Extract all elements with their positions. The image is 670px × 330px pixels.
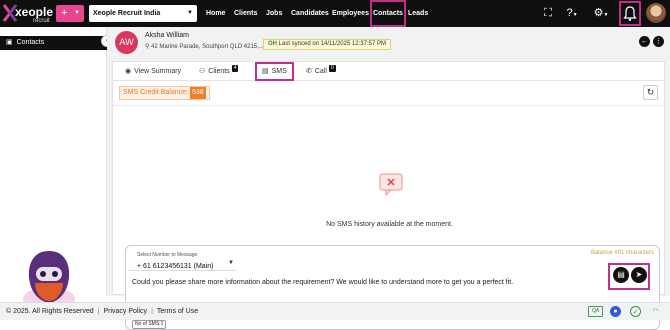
chevron-down-icon: ▼ (228, 260, 234, 266)
footer: © 2025. All Rights Reserved | Privacy Poli… (0, 302, 670, 320)
top-navigation-bar: xeople recruit + ▼ Xeople Recruit India … (0, 0, 670, 27)
tab-label: View Summary (134, 68, 182, 75)
chevron-down-icon: ▼ (74, 10, 80, 16)
sms-panel: ◉ View Summary ⚇ Clients 4 ▤ SMS ✆ Call 0 SMS … (112, 61, 666, 330)
tab-clients[interactable]: ⚇ Clients 4 (199, 62, 239, 81)
tab-label: Clients (208, 68, 230, 75)
user-status-icon[interactable]: ● (610, 306, 621, 317)
more-options-button[interactable]: ⋮ (653, 36, 664, 47)
divider: | (151, 308, 153, 315)
wifi-icon: ◠ (652, 308, 659, 315)
sync-status: OH Last synced on 14/11/2025 12:37:57 PM (263, 39, 391, 50)
main-content: AW Aksha William ⚲ 42 Marine Parade, Sou… (107, 27, 670, 330)
fullscreen-icon[interactable]: ⛶ (541, 0, 555, 27)
contact-address-text: 42 Marine Parade, Southport QLD 4215,... (151, 44, 264, 50)
privacy-policy-link[interactable]: Privacy Policy (103, 308, 147, 315)
nav-candidates[interactable]: Candidates (291, 0, 329, 27)
number-select[interactable]: Select Number to Message + 61 6123456131… (129, 247, 236, 271)
location-pin-icon: ⚲ (145, 44, 150, 50)
template-button[interactable]: ▤ (613, 267, 629, 283)
send-icon: ➤ (635, 270, 643, 279)
number-select-label: Select Number to Message (137, 252, 198, 258)
message-textarea[interactable]: Could you please share more information … (132, 279, 513, 286)
tab-sms[interactable]: ▤ SMS (255, 62, 294, 81)
nav-home[interactable]: Home (206, 0, 225, 27)
nav-clients[interactable]: Clients (234, 0, 257, 27)
phone-icon: ✆ (306, 68, 312, 75)
eye-icon: ◉ (125, 68, 132, 75)
user-avatar[interactable] (646, 3, 666, 23)
divider (113, 105, 664, 106)
credit-label: SMS Credit Balance: (123, 89, 188, 96)
check-icon[interactable]: ✓ (630, 306, 641, 317)
send-button[interactable]: ➤ (631, 267, 647, 283)
divider: | (97, 308, 100, 315)
logo-text: xeople (15, 5, 54, 19)
contact-address: ⚲ 42 Marine Parade, Southport QLD 4215,.… (145, 43, 264, 50)
contact-name: Aksha William (145, 32, 189, 39)
empty-state-message: No SMS history available at the moment. (326, 221, 453, 228)
composer-actions: ▤ ➤ (608, 263, 650, 290)
notification-button[interactable] (619, 1, 641, 26)
organization-select-value: Xeople Recruit India (93, 10, 161, 17)
copyright-text: © 2025. All Rights Reserved (6, 308, 94, 315)
empty-sms-icon (379, 173, 403, 197)
sidebar-item-label: Contacts (16, 39, 45, 46)
tab-count-badge: 4 (231, 65, 239, 72)
sms-icon: ▤ (262, 68, 269, 75)
chevron-down-icon: ▼ (187, 10, 193, 16)
refresh-icon: ↻ (646, 87, 655, 97)
quick-add-button[interactable]: + ▼ (56, 5, 84, 22)
nav-contacts[interactable]: Contacts (370, 0, 406, 27)
nav-employees[interactable]: Employees (332, 0, 369, 27)
xeople-logo[interactable]: xeople recruit (3, 2, 53, 26)
refresh-button[interactable]: ↻ (643, 85, 658, 100)
contact-avatar: AW (115, 31, 138, 54)
contact-tabs: ◉ View Summary ⚇ Clients 4 ▤ SMS ✆ Call 0 (113, 62, 666, 81)
tab-call[interactable]: ✆ Call 0 (306, 62, 336, 81)
nav-leads[interactable]: Leads (408, 0, 428, 27)
terms-of-use-link[interactable]: Terms of Use (157, 308, 198, 315)
settings-icon[interactable]: ⚙▼ (591, 0, 611, 27)
contact-card-icon: ▣ (6, 39, 13, 46)
environment-badge: QA (588, 306, 604, 317)
contact-header: AW Aksha William ⚲ 42 Marine Parade, Sou… (107, 27, 670, 60)
logo-subtext: recruit (33, 18, 50, 24)
tab-view-summary[interactable]: ◉ View Summary (125, 62, 181, 81)
tab-count-badge: 0 (328, 65, 336, 72)
character-balance: Balance #91 characters (590, 250, 654, 256)
help-icon[interactable]: ?▼ (562, 0, 582, 27)
organization-select[interactable]: Xeople Recruit India ▼ (89, 5, 197, 22)
tab-label: Call (314, 68, 327, 75)
number-select-value: + 61 6123456131 (Main) (137, 263, 214, 270)
back-arrow-button[interactable]: ← (639, 36, 650, 47)
sidebar: ▣ Contacts (0, 27, 107, 311)
sms-credit-balance: SMS Credit Balance: 538 (119, 86, 210, 100)
clients-icon: ⚇ (199, 68, 206, 75)
sidebar-item-contacts[interactable]: ▣ Contacts (0, 36, 107, 50)
notification-bell-icon (623, 6, 637, 21)
template-icon: ▤ (617, 270, 625, 279)
plus-icon: + (61, 7, 68, 19)
tab-label: SMS (271, 68, 287, 75)
sms-count-badge: No of SMS:1 (132, 320, 167, 329)
sync-text: Last synced on 14/11/2025 12:37:57 PM (278, 41, 386, 47)
footer-text: © 2025. All Rights Reserved | Privacy Poli… (6, 303, 198, 321)
sync-badge: OH (268, 41, 277, 47)
nav-jobs[interactable]: Jobs (266, 0, 282, 27)
credit-value: 538 (189, 87, 206, 99)
